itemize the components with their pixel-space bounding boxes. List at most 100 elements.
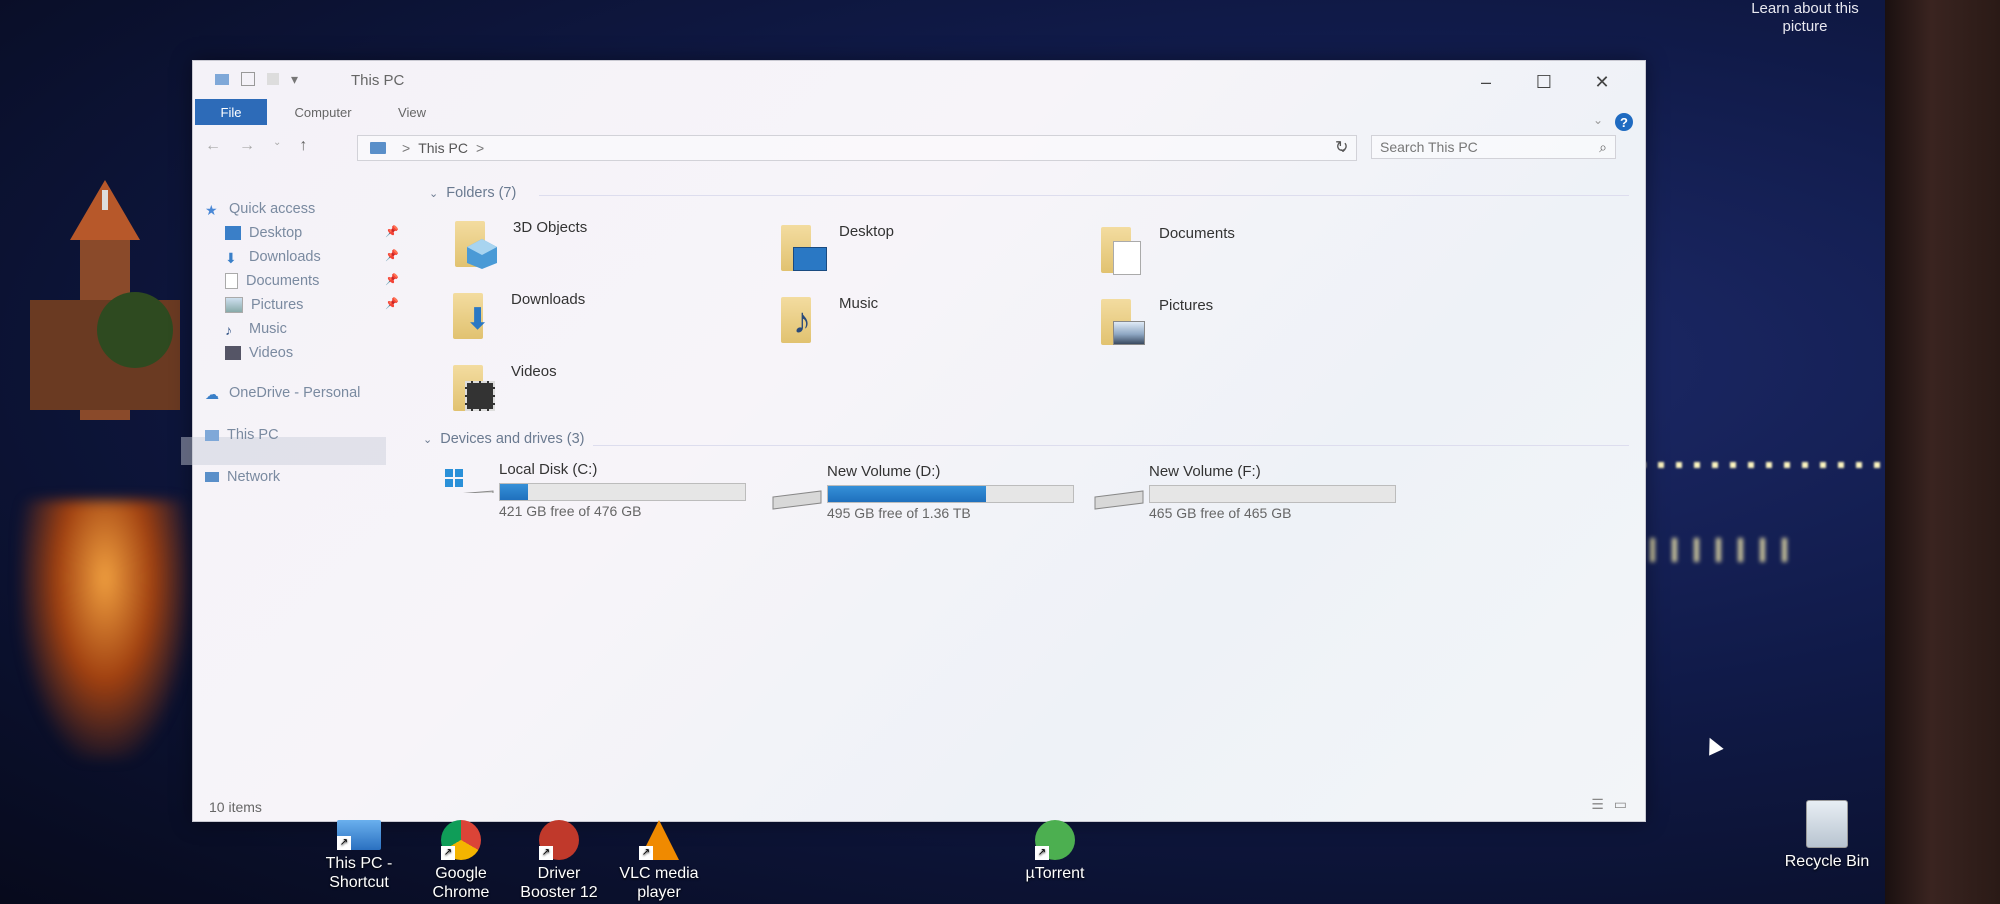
learn-about-picture-link[interactable]: Learn about this picture [1750,0,1860,36]
search-placeholder: Search This PC [1380,139,1478,155]
sidebar-item-pictures[interactable]: Pictures [225,293,303,317]
utorrent-icon: ↗ [1035,820,1075,860]
forward-arrow-icon[interactable]: → [239,137,255,155]
folder-documents[interactable]: Documents [1099,221,1379,283]
breadcrumb-this-pc[interactable]: This PC [418,140,468,156]
screen-bezel [1885,0,2000,904]
tab-computer[interactable]: Computer [283,99,363,125]
sidebar-item-videos[interactable]: Videos [225,341,293,365]
address-bar[interactable]: > This PC > ⌄ [357,135,1357,161]
recent-locations-icon[interactable]: ⌄ [273,137,281,155]
desktop-icon-this-pc-shortcut[interactable]: ↗ This PC - Shortcut [314,820,404,892]
drive-free-space: 465 GB free of 465 GB [1149,505,1292,521]
sidebar-item-network[interactable]: Network [205,465,280,489]
desktop-icon-recycle-bin[interactable]: Recycle Bin [1782,800,1872,871]
sidebar-item-desktop[interactable]: Desktop [225,221,302,245]
desktop-icon-vlc[interactable]: ↗ VLC media player [614,820,704,902]
drive-d[interactable]: New Volume (D:) 495 GB free of 1.36 TB [761,463,1081,523]
back-arrow-icon[interactable]: ← [205,137,221,155]
sidebar-item-this-pc[interactable]: This PC [205,423,279,447]
sidebar-item-label: Music [249,321,287,337]
folder-videos[interactable]: Videos [451,359,731,421]
view-buttons: ☰ ▭ [1591,796,1627,813]
folder-downloads[interactable]: ⬇ Downloads [451,287,731,349]
large-icons-view-icon[interactable]: ▭ [1614,796,1627,813]
wallpaper-light-reflection [1650,538,1790,562]
download-icon: ⬇ [225,250,237,266]
chevron-down-icon: ⌄ [429,188,439,200]
folder-pictures[interactable]: Pictures [1099,293,1379,355]
up-arrow-icon[interactable]: ↑ [299,137,307,155]
document-icon [225,273,238,289]
desktop-icon-driver-booster[interactable]: ↗ Driver Booster 12 [514,820,604,902]
maximize-button[interactable]: ☐ [1515,67,1573,97]
wallpaper-lights [1640,462,1880,468]
sidebar-item-label: Downloads [249,249,321,265]
folder-3d-objects[interactable]: 3D Objects [453,215,733,277]
drive-c[interactable]: Local Disk (C:) 421 GB free of 476 GB [433,461,753,521]
music-note-icon: ♪ [225,322,232,338]
pin-icon[interactable]: 📌 [385,225,399,238]
sidebar-item-music[interactable]: ♪ Music [225,317,287,341]
drive-free-space: 421 GB free of 476 GB [499,503,642,519]
search-icon: ⌕ [1599,139,1607,155]
desktop-icon [225,226,241,240]
folder-name: Pictures [1159,297,1214,314]
drive-free-space: 495 GB free of 1.36 TB [827,505,971,521]
cloud-icon: ☁ [205,386,219,402]
wallpaper-castle [30,180,190,460]
drive-name: New Volume (F:) [1149,463,1261,480]
ribbon: File Computer View [193,99,1645,125]
chrome-icon: ↗ [441,820,481,860]
minimize-button[interactable]: – [1457,67,1515,97]
pin-icon[interactable]: 📌 [385,249,399,262]
section-title: Devices and drives (3) [440,431,585,447]
desktop-icon-google-chrome[interactable]: ↗ Google Chrome [416,820,506,902]
drive-name: New Volume (D:) [827,463,941,480]
sidebar-item-label: Videos [249,345,294,361]
computer-icon [205,429,219,441]
section-title: Folders (7) [446,185,517,201]
desktop-icon-label: µTorrent [1025,865,1085,882]
folders-section-header[interactable]: ⌄ Folders (7) [429,185,516,201]
desktop-folder-icon [779,219,827,275]
drive-f[interactable]: New Volume (F:) 465 GB free of 465 GB [1083,463,1403,523]
tab-file[interactable]: File [195,99,267,125]
pin-icon[interactable]: 📌 [385,297,399,310]
tab-view[interactable]: View [387,99,437,125]
section-divider [539,195,1629,196]
desktop-icon-label: Recycle Bin [1784,853,1870,870]
folder-desktop[interactable]: Desktop [779,219,1059,281]
status-bar-item-count: 10 items [209,799,262,815]
navigation-bar: ← → ⌄ ↑ > This PC > ⌄ ↻ Search This PC ⌕ [193,131,1645,163]
sidebar-item-onedrive[interactable]: ☁ OneDrive - Personal [205,381,360,405]
sidebar-item-label: This PC [227,427,279,443]
customize-toolbar-icon[interactable]: ▾ [291,71,301,87]
drives-section-header[interactable]: ⌄ Devices and drives (3) [423,431,584,447]
properties-icon[interactable] [241,72,255,86]
refresh-icon[interactable]: ↻ [1335,137,1348,157]
3d-objects-folder-icon [453,215,501,271]
expand-ribbon-icon[interactable]: ⌄ [1593,113,1603,127]
drive-name: Local Disk (C:) [499,461,598,478]
mouse-cursor-icon [1702,734,1724,756]
sidebar-item-documents[interactable]: Documents [225,269,319,293]
vlc-icon: ↗ [639,820,679,860]
folder-name: Desktop [839,223,895,240]
pin-icon[interactable]: 📌 [385,273,399,286]
folder-name: Documents [1159,225,1235,242]
folder-name: Music [839,295,879,312]
folder-music[interactable]: ♪ Music [779,291,1059,353]
desktop-icon-utorrent[interactable]: ↗ µTorrent [1010,820,1100,883]
section-divider [593,445,1629,446]
window-controls: – ☐ ✕ [1457,67,1631,97]
search-input[interactable]: Search This PC ⌕ [1371,135,1616,159]
music-folder-icon: ♪ [779,291,827,347]
details-view-icon[interactable]: ☰ [1591,796,1604,813]
sidebar-item-downloads[interactable]: ⬇ Downloads [225,245,321,269]
sidebar-item-quick-access[interactable]: ★ Quick access [205,197,315,221]
close-button[interactable]: ✕ [1573,67,1631,97]
desktop-icon-label: Google Chrome [432,865,490,901]
help-icon[interactable]: ? [1615,113,1633,131]
new-folder-icon[interactable] [267,73,279,85]
